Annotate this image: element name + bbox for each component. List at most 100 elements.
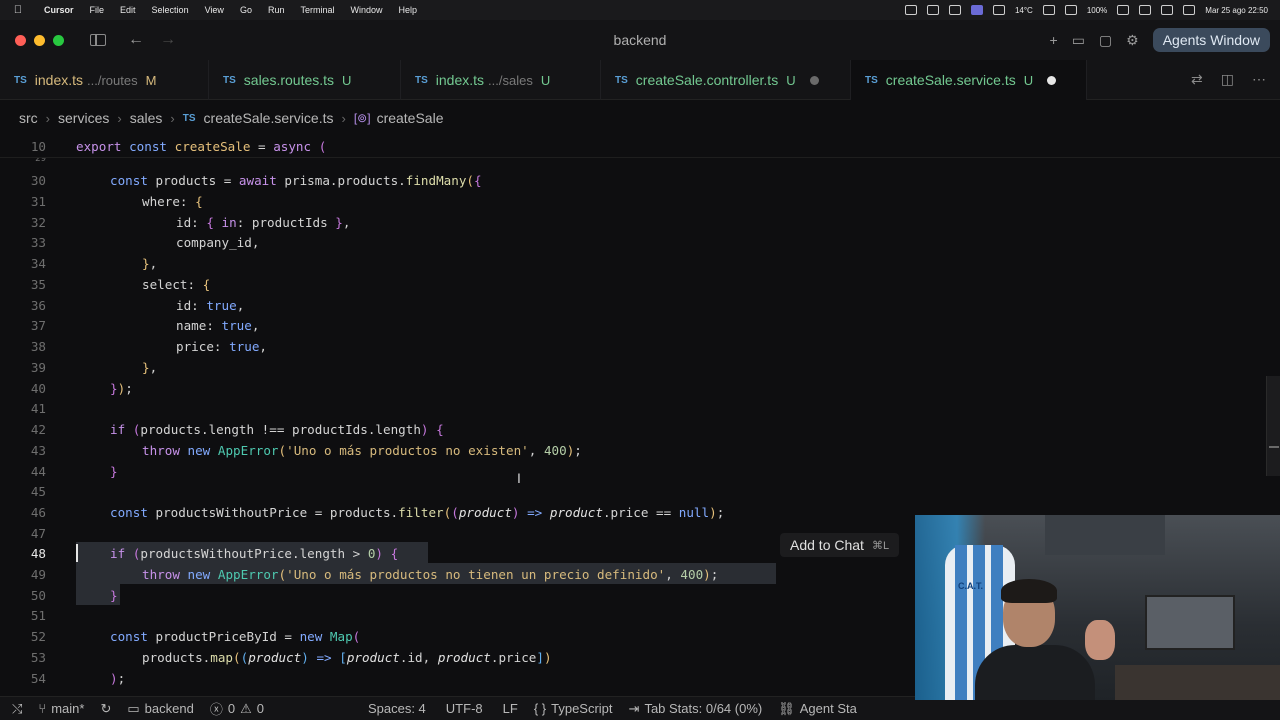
code-line-34[interactable]: 34 }, xyxy=(0,253,1280,274)
agent-status-label: Agent Sta xyxy=(799,701,857,716)
tab-index-sales[interactable]: TS index.ts .../sales U xyxy=(401,60,601,100)
menu-app-cursor[interactable]: Cursor xyxy=(36,5,82,15)
code-line-32[interactable]: 32 id: { in: productIds }, xyxy=(0,212,1280,233)
headphones-icon[interactable] xyxy=(948,5,961,15)
battery-level[interactable]: 100% xyxy=(1087,6,1107,15)
tab-stats-label: Tab Stats: 0/64 (0%) xyxy=(644,701,763,716)
code-line: if (products.length !== productIds.lengt… xyxy=(110,421,444,437)
code-line-30[interactable]: 30 const products = await prisma.product… xyxy=(0,170,1280,191)
tab-create-sale-service[interactable]: TS createSale.service.ts U xyxy=(851,60,1087,100)
vertical-scrollbar[interactable] xyxy=(1266,376,1280,476)
add-to-chat-button[interactable]: Add to Chat ⌘L xyxy=(780,533,900,557)
sticky-scroll-header[interactable]: 10 export const createSale = async ( xyxy=(0,136,1280,158)
encoding-setting[interactable]: UTF-8 xyxy=(438,701,491,716)
error-icon: ⓧ xyxy=(209,702,223,717)
code-line-31[interactable]: 31 where: { xyxy=(0,191,1280,212)
workspace-name[interactable]: ▭ backend xyxy=(119,701,201,717)
chat-bubble-icon[interactable]: ▢ xyxy=(1099,32,1112,49)
more-actions-icon[interactable]: ⋯ xyxy=(1252,71,1266,88)
tab-label: createSale.controller.ts xyxy=(635,72,779,88)
menu-edit[interactable]: Edit xyxy=(112,5,144,15)
language-mode[interactable]: { } TypeScript xyxy=(526,701,621,716)
text-cursor xyxy=(76,544,78,563)
folder-icon: ▭ xyxy=(127,700,140,716)
menu-terminal[interactable]: Terminal xyxy=(292,5,342,15)
code-line-43[interactable]: 43 throw new AppError('Uno o más product… xyxy=(0,440,1280,461)
code-line: if (productsWithoutPrice.length > 0) { xyxy=(110,545,399,561)
unsaved-dot-icon[interactable] xyxy=(809,75,819,85)
menubar-clock[interactable]: Mar 25 ago 22:50 xyxy=(1205,6,1268,15)
layout-panel-icon[interactable]: ▭ xyxy=(1072,32,1085,49)
dictation-icon[interactable] xyxy=(970,5,983,15)
code-line-45[interactable]: 45 xyxy=(0,481,1280,502)
code-line: price: true, xyxy=(176,338,268,354)
menu-help[interactable]: Help xyxy=(391,5,426,15)
sync-icon[interactable]: ↻ xyxy=(92,701,119,717)
sticky-line[interactable]: 10 export const createSale = async ( xyxy=(0,136,1280,157)
code-line-36[interactable]: 36 id: true, xyxy=(0,295,1280,316)
close-window-button[interactable] xyxy=(15,34,26,46)
source-control-compare-icon[interactable]: ⇄ xyxy=(1191,71,1203,88)
agents-window-button[interactable]: Agents Window xyxy=(1152,28,1270,52)
battery-icon[interactable] xyxy=(1117,5,1130,15)
menu-file[interactable]: File xyxy=(82,5,113,15)
code-line-33[interactable]: 33 company_id, xyxy=(0,232,1280,253)
apple-icon[interactable]:  xyxy=(0,4,36,16)
split-editor-icon[interactable]: ◫ xyxy=(1221,71,1234,88)
shield-icon[interactable] xyxy=(904,5,917,15)
siri-icon[interactable] xyxy=(1183,5,1196,15)
breadcrumb-services[interactable]: services xyxy=(58,110,109,126)
breadcrumb-src[interactable]: src xyxy=(19,110,38,126)
tab-stats[interactable]: ⇥ Tab Stats: 0/64 (0%) xyxy=(621,701,771,717)
control-center-icon[interactable] xyxy=(1161,5,1174,15)
tab-status-untracked: U xyxy=(1023,72,1034,88)
code-line-37[interactable]: 37 name: true, xyxy=(0,315,1280,336)
menu-run[interactable]: Run xyxy=(260,5,293,15)
code-line-39[interactable]: 39 }, xyxy=(0,357,1280,378)
search-icon[interactable] xyxy=(1139,5,1152,15)
bluetooth-icon[interactable] xyxy=(1064,5,1077,15)
tab-index-routes[interactable]: TS index.ts .../routes M xyxy=(0,60,209,100)
menu-window[interactable]: Window xyxy=(342,5,390,15)
record-icon[interactable] xyxy=(1042,5,1055,15)
line-number: 47 xyxy=(30,525,46,541)
code-line-44[interactable]: 44 } xyxy=(0,461,1280,482)
minimize-window-button[interactable] xyxy=(34,34,45,46)
code-line-42[interactable]: 42 if (products.length !== productIds.le… xyxy=(0,419,1280,440)
macos-menu-bar:  Cursor File Edit Selection View Go Run… xyxy=(0,0,1280,20)
back-arrow-icon[interactable]: ← xyxy=(128,31,144,49)
code-line-38[interactable]: 38 price: true, xyxy=(0,336,1280,357)
tab-create-sale-controller[interactable]: TS createSale.controller.ts U xyxy=(601,60,851,100)
toggle-sidebar-icon[interactable] xyxy=(90,34,106,46)
screen-icon[interactable] xyxy=(926,5,939,15)
breadcrumb-file[interactable]: createSale.service.ts xyxy=(204,110,334,126)
unsaved-dot-icon[interactable] xyxy=(1047,75,1057,85)
code-line: id: { in: productIds }, xyxy=(176,214,351,230)
menu-selection[interactable]: Selection xyxy=(144,5,197,15)
zoom-window-button[interactable] xyxy=(53,34,64,46)
breadcrumb-sales[interactable]: sales xyxy=(130,110,163,126)
branch-name: main* xyxy=(51,701,85,716)
tab-sales-routes[interactable]: TS sales.routes.ts U xyxy=(209,60,401,100)
plus-icon[interactable]: + xyxy=(1050,32,1058,48)
code-line: id: true, xyxy=(176,297,245,313)
code-line-40[interactable]: 40 }); xyxy=(0,378,1280,399)
code-line-35[interactable]: 35 select: { xyxy=(0,274,1280,295)
wifi-icon[interactable] xyxy=(992,5,1005,15)
menu-view[interactable]: View xyxy=(197,5,232,15)
webcam-person-hand xyxy=(1085,620,1115,660)
code-line: company_id, xyxy=(176,234,260,250)
eol-setting[interactable]: LF xyxy=(495,701,526,716)
gear-icon[interactable]: ⚙ xyxy=(1126,32,1139,49)
agent-status[interactable]: ⛓ Agent Sta xyxy=(770,701,865,717)
weather-temperature[interactable]: 14°C xyxy=(1015,6,1033,15)
problems-indicator[interactable]: ⓧ 0 ⚠ 0 xyxy=(202,699,272,718)
remote-icon[interactable]: ⤭ xyxy=(0,701,30,717)
git-branch[interactable]: ⑂ main* xyxy=(30,701,92,716)
forward-arrow-icon[interactable]: → xyxy=(160,31,176,49)
indentation-setting[interactable]: Spaces: 4 xyxy=(360,701,434,716)
breadcrumb-symbol[interactable]: createSale xyxy=(377,110,444,126)
breadcrumb: src › services › sales › TS createSale.s… xyxy=(0,100,1280,136)
menu-go[interactable]: Go xyxy=(232,5,260,15)
code-line-41[interactable]: 41 xyxy=(0,398,1280,419)
